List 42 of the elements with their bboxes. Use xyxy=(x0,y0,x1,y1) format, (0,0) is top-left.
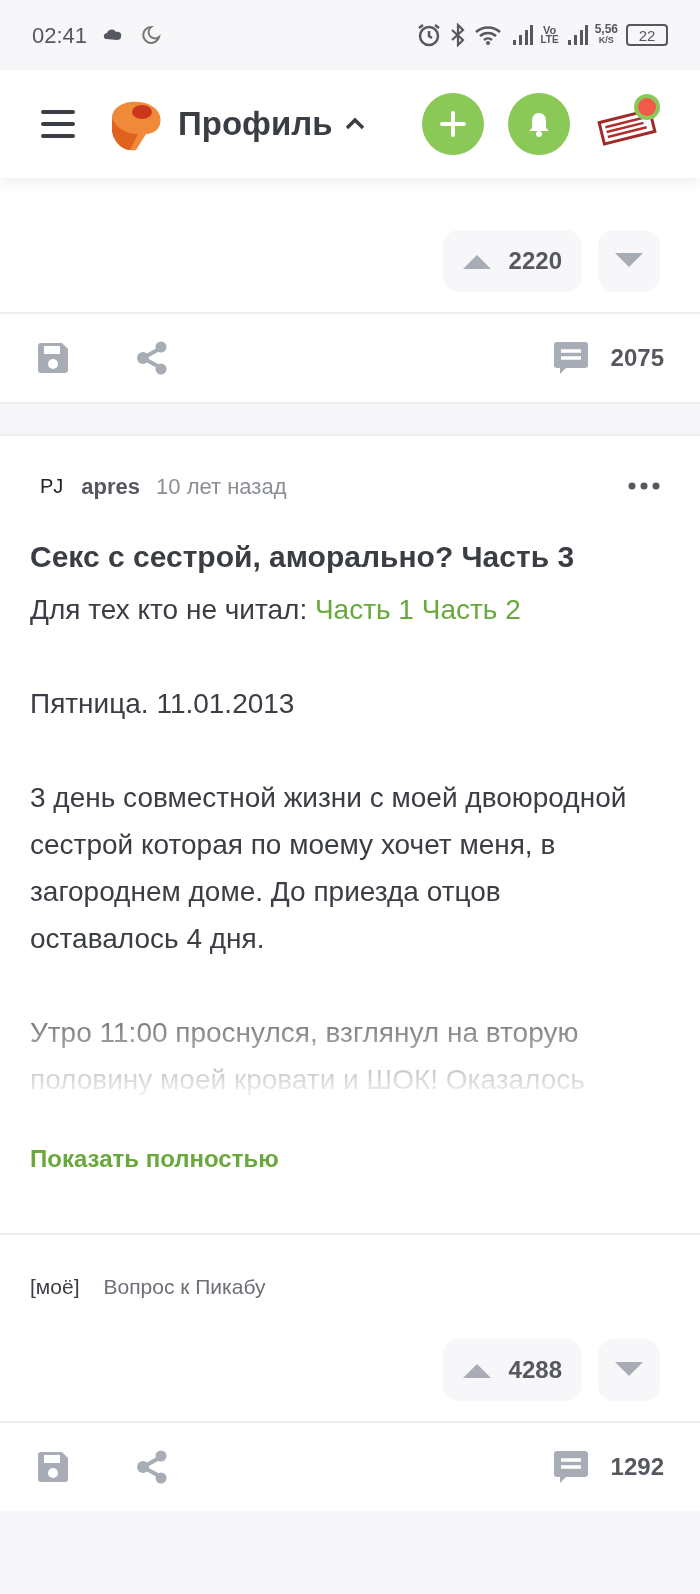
volte-label: LTE xyxy=(540,35,559,45)
comment-count[interactable]: 2075 xyxy=(610,340,664,376)
network-speed: 5,56 xyxy=(594,24,618,35)
post-tag[interactable]: [моё] xyxy=(30,1271,80,1303)
bluetooth-icon xyxy=(450,23,467,47)
down-arrow-icon xyxy=(615,1361,643,1378)
save-icon[interactable] xyxy=(36,1449,70,1484)
caret-icon[interactable] xyxy=(344,117,367,131)
comment-icon[interactable] xyxy=(552,1448,589,1485)
post-tag[interactable]: Вопрос к Пикабу xyxy=(103,1271,266,1303)
author-avatar[interactable]: PJ xyxy=(40,471,64,501)
post-text: Пятница. 11.01.2013 xyxy=(30,687,296,721)
menu-icon[interactable] xyxy=(40,108,76,140)
clock-time: 02:41 xyxy=(32,21,88,50)
more-options-icon[interactable] xyxy=(628,482,660,490)
upvote-button[interactable]: 2220 xyxy=(442,230,582,292)
post-text: 3 день совместной жизни с моей двоюродной сестрой которая по моему хочет меня, в загороднем доме. До приезда отцов оставалось 4 дня. xyxy=(30,781,628,956)
upvote-button[interactable]: 4288 xyxy=(442,1338,582,1401)
plus-icon xyxy=(440,111,466,137)
battery-indicator: 22 xyxy=(626,24,668,46)
signal-icon xyxy=(566,24,589,46)
cloud-icon xyxy=(103,27,124,43)
up-arrow-icon xyxy=(462,253,491,269)
post-title[interactable]: Секс с сестрой, аморально? Часть 3 xyxy=(0,534,700,580)
save-icon[interactable] xyxy=(36,341,70,375)
signal-icon xyxy=(512,24,535,46)
comment-count[interactable]: 1292 xyxy=(610,1448,664,1485)
downvote-button[interactable] xyxy=(598,230,660,292)
volte-label: Vo xyxy=(542,25,557,35)
share-icon[interactable] xyxy=(136,1449,168,1484)
up-arrow-icon xyxy=(462,1361,491,1378)
post-text: Для тех кто не читал: Часть 1 Часть 2 xyxy=(30,593,522,627)
moon-icon xyxy=(141,25,162,45)
comment-icon[interactable] xyxy=(552,340,589,376)
post-time: 10 лет назад xyxy=(156,472,287,501)
bell-icon xyxy=(528,111,550,137)
author-name[interactable]: apres xyxy=(81,469,141,503)
share-icon[interactable] xyxy=(136,341,168,375)
downvote-button[interactable] xyxy=(598,1338,660,1401)
page-title[interactable]: Профиль xyxy=(178,99,333,149)
speed-unit: K/S xyxy=(598,35,614,46)
down-arrow-icon xyxy=(615,253,643,269)
